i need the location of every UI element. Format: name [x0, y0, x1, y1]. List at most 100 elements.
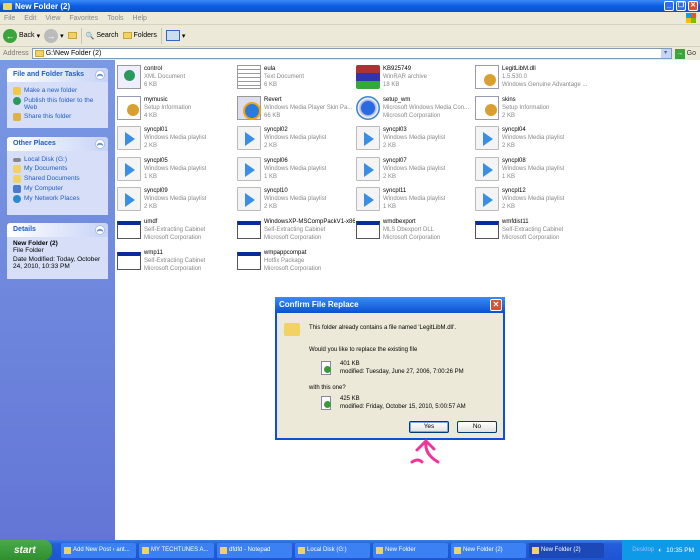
file-type: Self-Extracting Cabinet — [502, 227, 564, 233]
file-type: Windows Media playlist — [264, 165, 327, 172]
views-button[interactable]: ▾ — [165, 30, 185, 41]
file-item[interactable]: umdf Self-Extracting Cabinet Microsoft Cor… — [117, 218, 235, 242]
network-icon — [13, 195, 21, 203]
task-share-folder[interactable]: Share this folder — [7, 112, 108, 122]
go-button[interactable]: → Go — [674, 48, 696, 59]
taskbar-button[interactable]: MY TECHTUNES A... — [139, 542, 214, 558]
place-label: Shared Documents — [24, 175, 80, 182]
file-detail: Windows Genuine Advantage ... — [502, 82, 588, 88]
restore-button[interactable]: ❐ — [676, 1, 686, 11]
collapse-icon[interactable]: ︽ — [95, 139, 105, 149]
app-icon — [376, 546, 383, 554]
search-button[interactable]: 🔍 Search — [86, 32, 119, 40]
file-detail: 6 KB — [264, 82, 278, 88]
confirm-file-replace-dialog: Confirm File Replace ✕ This folder alread… — [275, 297, 505, 440]
menu-file[interactable]: File — [4, 15, 15, 22]
file-item[interactable]: WindowsXP-MSCompPackV1-x86 Self-Extractin… — [237, 218, 355, 242]
globe-icon — [13, 97, 21, 105]
file-name: mymusic — [144, 96, 168, 103]
menu-edit[interactable]: Edit — [24, 15, 36, 22]
folder-icon — [34, 50, 44, 57]
folders-icon — [122, 32, 132, 39]
place-my-computer[interactable]: My Computer — [7, 184, 108, 194]
taskbar-button[interactable]: Local Disk (G:) — [295, 542, 370, 558]
menu-tools[interactable]: Tools — [107, 15, 123, 22]
folders-label: Folders — [133, 32, 157, 39]
task-make-new-folder[interactable]: Make a new folder — [7, 86, 108, 96]
file-item[interactable]: syncpl08 Windows Media playlist 1 KB — [475, 156, 593, 181]
file-item[interactable]: syncpl11 Windows Media playlist 1 KB — [356, 187, 474, 212]
chevron-down-icon[interactable]: ▾ — [660, 49, 671, 58]
skin-file-icon — [237, 95, 261, 120]
start-button[interactable]: start — [0, 540, 52, 560]
file-item[interactable]: syncpl05 Windows Media playlist 1 KB — [117, 156, 235, 181]
play-file-icon — [237, 156, 261, 181]
forward-button[interactable]: → ▾ — [44, 28, 64, 43]
no-button[interactable]: No — [457, 421, 497, 433]
file-item[interactable]: KB925749 WinRAR archive 18 KB — [356, 65, 474, 89]
file-item[interactable]: skins Setup Information 2 KB — [475, 95, 593, 120]
up-folder-button[interactable] — [67, 32, 77, 39]
file-item[interactable]: syncpl01 Windows Media playlist 2 KB — [117, 126, 235, 151]
file-item[interactable]: syncpl09 Windows Media playlist 2 KB — [117, 187, 235, 212]
file-item[interactable]: syncpl10 Windows Media playlist 2 KB — [237, 187, 355, 212]
collapse-icon[interactable]: ︽ — [95, 225, 105, 235]
file-item[interactable]: mymusic Setup Information 4 KB — [117, 95, 235, 120]
taskbar-button[interactable]: New Folder (2) — [529, 542, 604, 558]
file-item[interactable]: syncpl06 Windows Media playlist 1 KB — [237, 156, 355, 181]
taskbar-button[interactable]: New Folder (2) — [451, 542, 526, 558]
panel-header[interactable]: File and Folder Tasks ︽ — [7, 68, 108, 82]
file-item[interactable]: setup_wm Microsoft Windows Media Con... Mi… — [356, 95, 474, 120]
speaker-icon[interactable]: ◐ — [658, 547, 662, 554]
file-name: WindowsXP-MSCompPackV1-x86 — [264, 219, 355, 225]
file-item[interactable]: wmp11 Self-Extracting Cabinet Microsoft Co… — [117, 249, 235, 273]
file-name: syncpl02 — [264, 127, 288, 134]
file-item[interactable]: wmpappcompat Hotfix Package Microsoft Corp… — [237, 249, 355, 273]
file-item[interactable]: syncpl03 Windows Media playlist 2 KB — [356, 126, 474, 151]
menu-favorites[interactable]: Favorites — [69, 15, 98, 22]
file-name: syncpl06 — [264, 157, 288, 164]
collapse-icon[interactable]: ︽ — [95, 70, 105, 80]
file-item[interactable]: Revert Windows Media Player Skin Pa... 66 … — [237, 95, 355, 120]
back-button[interactable]: ← Back ▾ — [3, 28, 40, 43]
file-type: XML Document — [144, 74, 186, 80]
file-item[interactable]: control XML Document 6 KB — [117, 65, 235, 89]
file-detail: 2 KB — [264, 143, 278, 150]
dialog-close-button[interactable]: ✕ — [490, 299, 502, 311]
place-network[interactable]: My Network Places — [7, 194, 108, 204]
file-detail: 4 KB — [144, 112, 158, 119]
forward-arrow-icon: → — [44, 28, 59, 43]
place-shared-documents[interactable]: Shared Documents — [7, 174, 108, 184]
taskbar-button[interactable]: dfdfd - Notepad — [217, 542, 292, 558]
task-publish-web[interactable]: Publish this folder to the Web — [7, 96, 108, 112]
file-item[interactable]: LegitLibM.dll 1.5.530.0 Windows Genuine Ad… — [475, 65, 593, 89]
file-item[interactable]: wmfdist11 Self-Extracting Cabinet Microsof… — [475, 218, 593, 242]
folders-button[interactable]: Folders — [122, 32, 157, 39]
file-item[interactable]: wmdbexport MLS Dbexport DLL Microsoft Corp… — [356, 218, 474, 242]
taskbar-button[interactable]: New Folder — [373, 542, 448, 558]
taskbar-button[interactable]: Add New Post ‹ ant... — [61, 542, 136, 558]
menu-view[interactable]: View — [45, 15, 60, 22]
file-item[interactable]: syncpl12 Windows Media playlist 2 KB — [475, 187, 593, 212]
other-places-panel: Other Places ︽ Local Disk (G:) My Documen… — [7, 137, 108, 215]
file-detail: 1 KB — [144, 173, 158, 180]
panel-header[interactable]: Other Places ︽ — [7, 137, 108, 151]
place-label: Local Disk (G:) — [24, 156, 67, 163]
close-button[interactable]: ✕ — [688, 1, 698, 11]
file-detail: Microsoft Corporation — [144, 265, 202, 272]
pink-arrow-annotation — [410, 439, 440, 464]
file-item[interactable]: eula Text Document 6 KB — [237, 65, 355, 89]
place-local-disk[interactable]: Local Disk (G:) — [7, 155, 108, 164]
place-my-documents[interactable]: My Documents — [7, 164, 108, 174]
panel-header[interactable]: Details ︽ — [7, 223, 108, 237]
yes-button[interactable]: Yes — [409, 421, 449, 433]
place-label: My Documents — [24, 165, 68, 172]
desktop-toolbar[interactable]: Desktop — [632, 547, 654, 553]
file-item[interactable]: syncpl02 Windows Media playlist 2 KB — [237, 126, 355, 151]
address-input[interactable]: G:\New Folder (2) ▾ — [31, 48, 672, 59]
new-modified: modified: Friday, October 15, 2010, 5:00… — [340, 404, 466, 410]
file-item[interactable]: syncpl07 Windows Media playlist 2 KB — [356, 156, 474, 181]
menu-help[interactable]: Help — [133, 15, 147, 22]
minimize-button[interactable]: _ — [664, 1, 674, 11]
file-item[interactable]: syncpl04 Windows Media playlist 2 KB — [475, 126, 593, 151]
